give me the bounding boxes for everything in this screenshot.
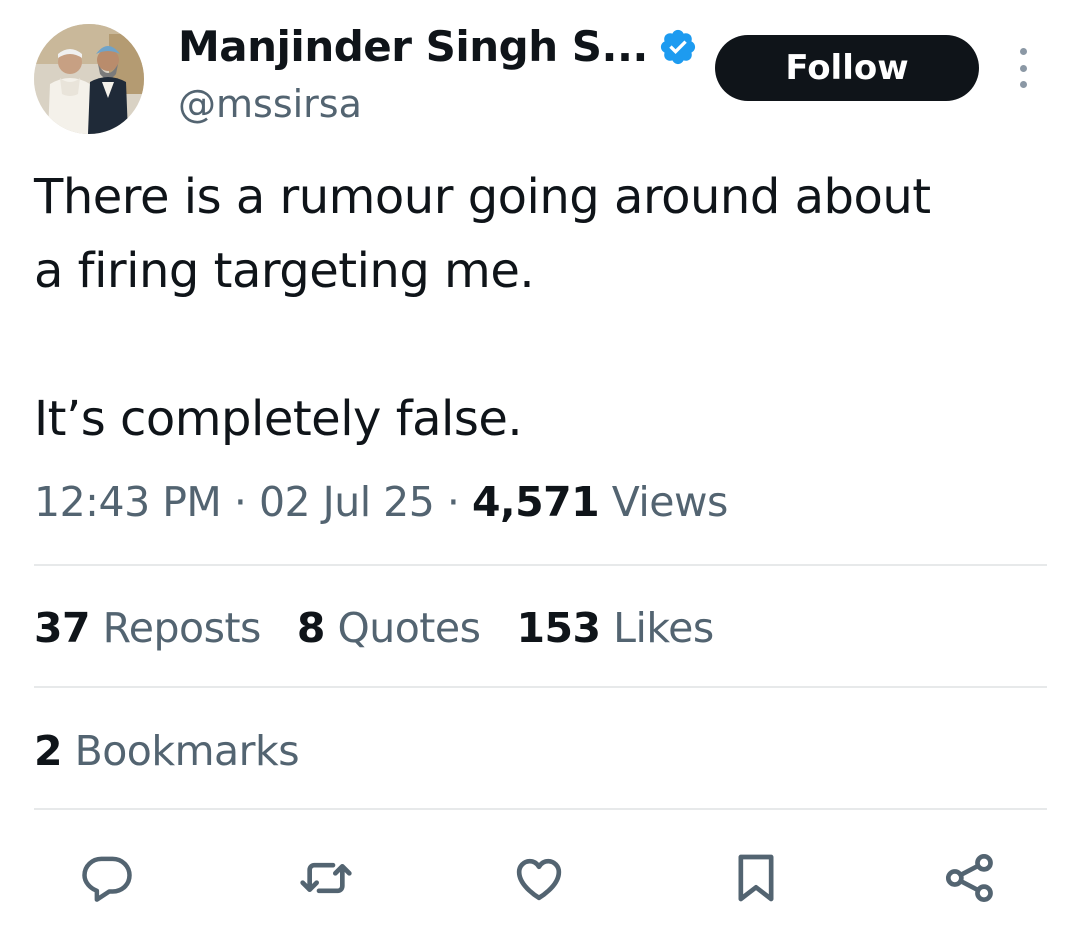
reposts-stat[interactable]: 37 Reposts [34,604,261,652]
quotes-stat[interactable]: 8 Quotes [297,604,481,652]
author-name-row[interactable]: Manjinder Singh S... [178,22,698,71]
quotes-count: 8 [296,604,326,652]
meta-separator: · [233,478,247,526]
bookmarks-stat: 2 Bookmarks [34,727,300,775]
like-icon [516,858,562,901]
likes-count: 153 [516,604,601,652]
bookmark-icon [738,854,774,902]
likes-stat[interactable]: 153 Likes [516,604,714,652]
verified-badge-icon [660,29,695,64]
divider [34,686,1047,688]
action-bar [0,850,1080,910]
reposts-count: 37 [34,604,91,652]
meta-separator: · [446,478,460,526]
tweet-date[interactable]: 02 Jul 25 [259,478,435,526]
reply-icon [82,856,132,902]
tweet-meta: 12:43 PM · 02 Jul 25 · 4,571 Views [34,478,728,526]
avatar-photo [34,24,144,134]
tweet-time[interactable]: 12:43 PM [34,478,222,526]
author-handle[interactable]: @mssirsa [178,82,362,126]
reposts-label: Reposts [102,604,262,652]
repost-icon [300,862,352,894]
share-icon [945,853,993,903]
bookmarks-count: 2 [34,727,63,775]
likes-label: Likes [613,604,714,652]
like-button[interactable] [511,850,567,906]
avatar[interactable] [34,24,144,134]
views-count: 4,571 [471,478,600,526]
reply-button[interactable] [79,850,135,906]
divider [34,564,1047,566]
views-label: Views [611,478,729,526]
author-name[interactable]: Manjinder Singh S... [178,22,648,71]
engagement-stats: 37 Reposts 8 Quotes 153 Likes [34,604,714,652]
share-button[interactable] [942,850,998,906]
repost-button[interactable] [298,850,354,906]
tweet-text-line: It’s completely false. [34,391,523,447]
tweet-text-line: There is a rumour going around about [34,169,931,225]
bookmark-button[interactable] [728,850,784,906]
divider [34,808,1047,810]
follow-button[interactable]: Follow [715,35,979,101]
tweet-text-line: a firing targeting me. [34,243,535,299]
more-options-icon[interactable] [1008,48,1038,88]
quotes-label: Quotes [337,604,481,652]
bookmarks-label: Bookmarks [74,727,300,775]
